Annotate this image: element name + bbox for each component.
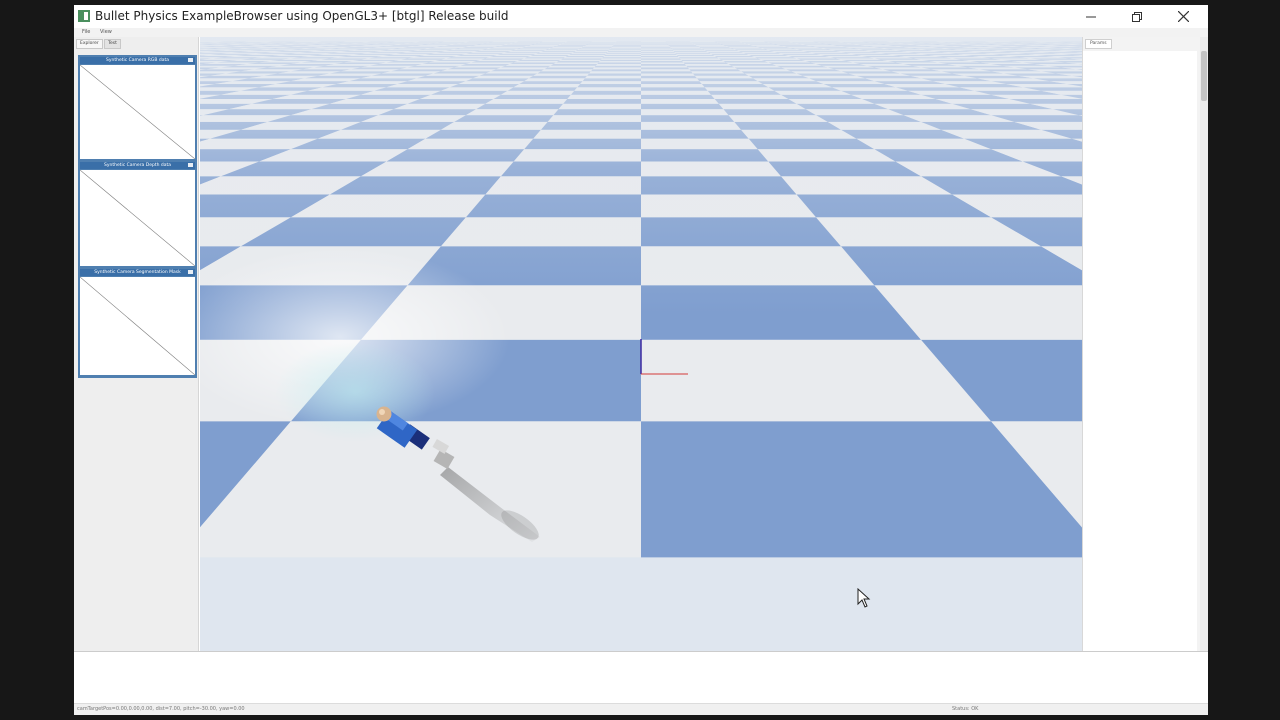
camera-rgb-view — [80, 65, 195, 159]
3d-viewport[interactable] — [200, 37, 1082, 651]
camera-rgb-title: Synthetic Camera RGB data — [105, 58, 170, 63]
menu-file[interactable]: File — [82, 28, 90, 37]
close-button[interactable] — [1160, 5, 1206, 28]
app-window: Bullet Physics ExampleBrowser using Open… — [74, 5, 1208, 715]
minimize-button[interactable] — [1068, 5, 1114, 28]
tab-explorer[interactable]: Explorer — [76, 39, 103, 49]
checkerboard-floor[interactable] — [200, 37, 1082, 651]
params-panel: Params — [1082, 37, 1208, 651]
scrollbar-thumb[interactable] — [1201, 51, 1207, 101]
status-text: Status: OK — [952, 706, 979, 712]
console-output[interactable] — [74, 651, 1208, 703]
camera-depth-view — [80, 170, 195, 266]
minimize-icon — [1086, 16, 1096, 17]
synthetic-camera-panel: Synthetic Camera RGB data Synthetic Came… — [78, 55, 197, 378]
menu-bar: File View — [74, 28, 1208, 37]
params-scrollbar[interactable] — [1200, 37, 1208, 651]
params-list — [1083, 51, 1197, 651]
restore-button[interactable] — [1114, 5, 1160, 28]
menu-view[interactable]: View — [100, 28, 112, 37]
camera-segmentation-view — [80, 277, 195, 375]
camera-segmentation-title: Synthetic Camera Segmentation Mask — [94, 270, 181, 275]
tab-test[interactable]: Test — [104, 39, 121, 49]
camera-rgb-header[interactable]: Synthetic Camera RGB data — [80, 57, 195, 64]
mouse-cursor-icon — [857, 588, 871, 608]
app-icon — [78, 10, 90, 22]
close-icon — [1177, 11, 1189, 22]
title-bar[interactable]: Bullet Physics ExampleBrowser using Open… — [74, 5, 1208, 28]
close-icon[interactable] — [188, 58, 193, 62]
status-bar: camTargetPos=0.00,0.00,0.00, dist=7.00, … — [74, 703, 1208, 715]
explorer-panel: Explorer Test Synthetic Camera RGB data … — [74, 37, 199, 651]
camera-depth-title: Synthetic Camera Depth data — [103, 163, 172, 168]
camera-depth-header[interactable]: Synthetic Camera Depth data — [80, 162, 195, 169]
camera-segmentation-header[interactable]: Synthetic Camera Segmentation Mask — [80, 269, 195, 276]
camera-status-text: camTargetPos=0.00,0.00,0.00, dist=7.00, … — [77, 706, 245, 712]
close-icon[interactable] — [188, 163, 193, 167]
window-title: Bullet Physics ExampleBrowser using Open… — [95, 9, 509, 23]
tab-params[interactable]: Params — [1085, 39, 1112, 49]
close-icon[interactable] — [188, 270, 193, 274]
restore-icon — [1132, 11, 1142, 22]
